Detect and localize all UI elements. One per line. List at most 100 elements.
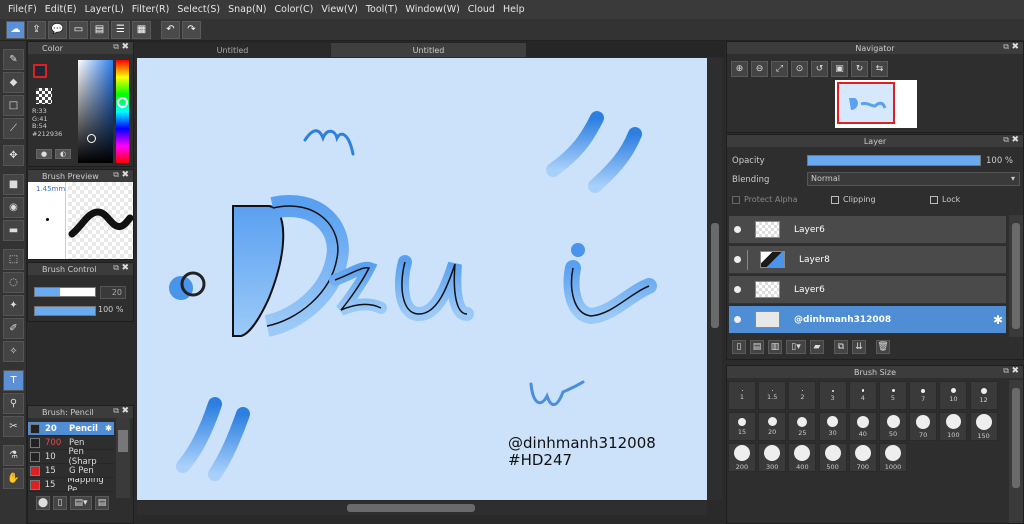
menu-help[interactable]: Help: [499, 4, 529, 15]
transparent-swatch[interactable]: [36, 88, 52, 104]
hue-handle[interactable]: [117, 97, 128, 108]
rectangle-tool-icon[interactable]: □: [3, 95, 24, 116]
new-8bit-layer-icon[interactable]: ▥: [768, 340, 782, 354]
hand-tool-icon[interactable]: ✋: [3, 468, 24, 489]
brush-size-preset[interactable]: 500: [818, 443, 847, 472]
new-brush-icon[interactable]: ▯: [53, 496, 67, 510]
brush-size-preset[interactable]: 1.5: [758, 381, 787, 410]
delete-layer-icon[interactable]: 🗑: [876, 340, 890, 354]
brush-size-preset[interactable]: 150: [969, 412, 998, 441]
fit-icon[interactable]: ⤢: [771, 61, 788, 77]
brush-size-preset[interactable]: 400: [788, 443, 817, 472]
close-icon[interactable]: ✖: [121, 263, 129, 273]
list-item[interactable]: 15 Mapping Pe: [28, 478, 114, 492]
eye-icon[interactable]: [734, 286, 741, 293]
color-picker-handle[interactable]: [87, 134, 96, 143]
brush-opacity-slider[interactable]: [34, 306, 96, 316]
flip-icon[interactable]: ⇆: [871, 61, 888, 77]
canvas-vertical-scrollbar[interactable]: [708, 58, 722, 500]
brush-size-preset[interactable]: 2: [788, 381, 817, 410]
list-item[interactable]: 10 Pen (Sharp: [28, 447, 114, 467]
brush-size-preset[interactable]: 12: [969, 381, 998, 410]
canvas-horizontal-scrollbar[interactable]: [137, 501, 707, 515]
menu-snap[interactable]: Snap(N): [224, 4, 270, 15]
export-icon[interactable]: ⇪: [27, 20, 46, 39]
brush-size-preset[interactable]: 700: [848, 443, 877, 472]
navigator-thumbnail[interactable]: [835, 80, 917, 128]
duplicate-layer-icon[interactable]: ⧉: [834, 340, 848, 354]
brush-size-preset[interactable]: 3: [818, 381, 847, 410]
lasso-tool-icon[interactable]: ◌: [3, 272, 24, 293]
menu-layer[interactable]: Layer(L): [81, 4, 128, 15]
layer-row[interactable]: Layer6: [729, 276, 1006, 304]
rotate-right-icon[interactable]: ↻: [851, 61, 868, 77]
new-halftone-layer-icon[interactable]: ▤: [750, 340, 764, 354]
eye-icon[interactable]: [734, 316, 741, 323]
bucket-tool-icon[interactable]: ◉: [3, 197, 24, 218]
clipping-checkbox[interactable]: Clipping: [831, 195, 876, 204]
select-pen-tool-icon[interactable]: ✐: [3, 318, 24, 339]
magic-wand-tool-icon[interactable]: ✦: [3, 295, 24, 316]
operation-tool-icon[interactable]: ⚲: [3, 393, 24, 414]
eye-icon[interactable]: [734, 226, 741, 233]
eyedropper-icon[interactable]: ●: [36, 149, 52, 159]
brush-size-preset[interactable]: 7: [909, 381, 938, 410]
eyedropper-tool-icon[interactable]: ⚗: [3, 445, 24, 466]
blending-select[interactable]: Normal ▾: [807, 172, 1020, 186]
protect-alpha-checkbox[interactable]: Protect Alpha: [732, 195, 798, 204]
brush-size-preset[interactable]: 1: [728, 381, 756, 410]
undock-icon[interactable]: ⧉: [113, 170, 119, 180]
layer-opacity-slider[interactable]: [807, 155, 981, 166]
comment-icon[interactable]: 💬: [48, 20, 67, 39]
brush-size-preset[interactable]: 5: [879, 381, 907, 410]
close-icon[interactable]: ✖: [1011, 135, 1019, 145]
saturation-value-picker[interactable]: [78, 60, 113, 163]
brush-size-preset[interactable]: 4: [848, 381, 877, 410]
redo-icon[interactable]: ↷: [182, 20, 201, 39]
menu-edit[interactable]: Edit(E): [41, 4, 81, 15]
undock-icon[interactable]: ⧉: [113, 263, 119, 273]
list-item[interactable]: 15 G Pen: [28, 464, 114, 478]
close-icon[interactable]: ✖: [121, 170, 129, 180]
zoom-in-icon[interactable]: ⊕: [731, 61, 748, 77]
brush-list-scrollbar[interactable]: [116, 418, 130, 498]
brush-size-preset[interactable]: 40: [848, 412, 877, 441]
select-rect-tool-icon[interactable]: ⬚: [3, 249, 24, 270]
tab-untitled-2[interactable]: Untitled: [331, 43, 526, 57]
brush-size-preset[interactable]: 300: [758, 443, 787, 472]
gear-icon[interactable]: ✱: [105, 424, 112, 434]
menu-cloud[interactable]: Cloud: [464, 4, 499, 15]
lock-checkbox[interactable]: Lock: [930, 195, 960, 204]
close-icon[interactable]: ✖: [121, 406, 129, 416]
brush-size-preset[interactable]: 70: [909, 412, 938, 441]
close-icon[interactable]: ✖: [121, 42, 129, 52]
select-eraser-tool-icon[interactable]: ✧: [3, 341, 24, 362]
undock-icon[interactable]: ⧉: [1003, 42, 1009, 52]
brush-size-preset[interactable]: 10: [939, 381, 968, 410]
gear-icon[interactable]: ✱: [993, 313, 1003, 327]
cloud-icon[interactable]: ☁: [6, 20, 25, 39]
layer-row[interactable]: Layer8: [729, 246, 1006, 274]
brush-size-preset[interactable]: 100: [939, 412, 968, 441]
document-icon[interactable]: ▤: [90, 20, 109, 39]
add-brush-icon[interactable]: ⬤: [36, 496, 50, 510]
undock-icon[interactable]: ⧉: [113, 42, 119, 52]
text-tool-icon[interactable]: T: [3, 370, 24, 391]
add-layer-menu-icon[interactable]: ▯▾: [786, 340, 806, 354]
grid-icon[interactable]: ▦: [132, 20, 151, 39]
zoom-out-icon[interactable]: ⊖: [751, 61, 768, 77]
merge-layer-icon[interactable]: ⇊: [852, 340, 866, 354]
brush-size-preset[interactable]: 25: [788, 412, 817, 441]
eraser-tool-icon[interactable]: ◆: [3, 72, 24, 93]
rotate-left-icon[interactable]: ↺: [811, 61, 828, 77]
drawing-canvas[interactable]: @dinhmanh312008 #HD247: [137, 58, 707, 500]
brush-size-preset[interactable]: 30: [818, 412, 847, 441]
menu-tool[interactable]: Tool(T): [362, 4, 402, 15]
layer-list-scrollbar[interactable]: [1009, 215, 1023, 337]
scroll-thumb[interactable]: [711, 223, 719, 328]
menu-file[interactable]: File(F): [4, 4, 41, 15]
list-icon[interactable]: ☰: [111, 20, 130, 39]
menu-select[interactable]: Select(S): [173, 4, 224, 15]
hue-slider[interactable]: [116, 60, 129, 163]
brush-size-slider[interactable]: [34, 287, 96, 297]
